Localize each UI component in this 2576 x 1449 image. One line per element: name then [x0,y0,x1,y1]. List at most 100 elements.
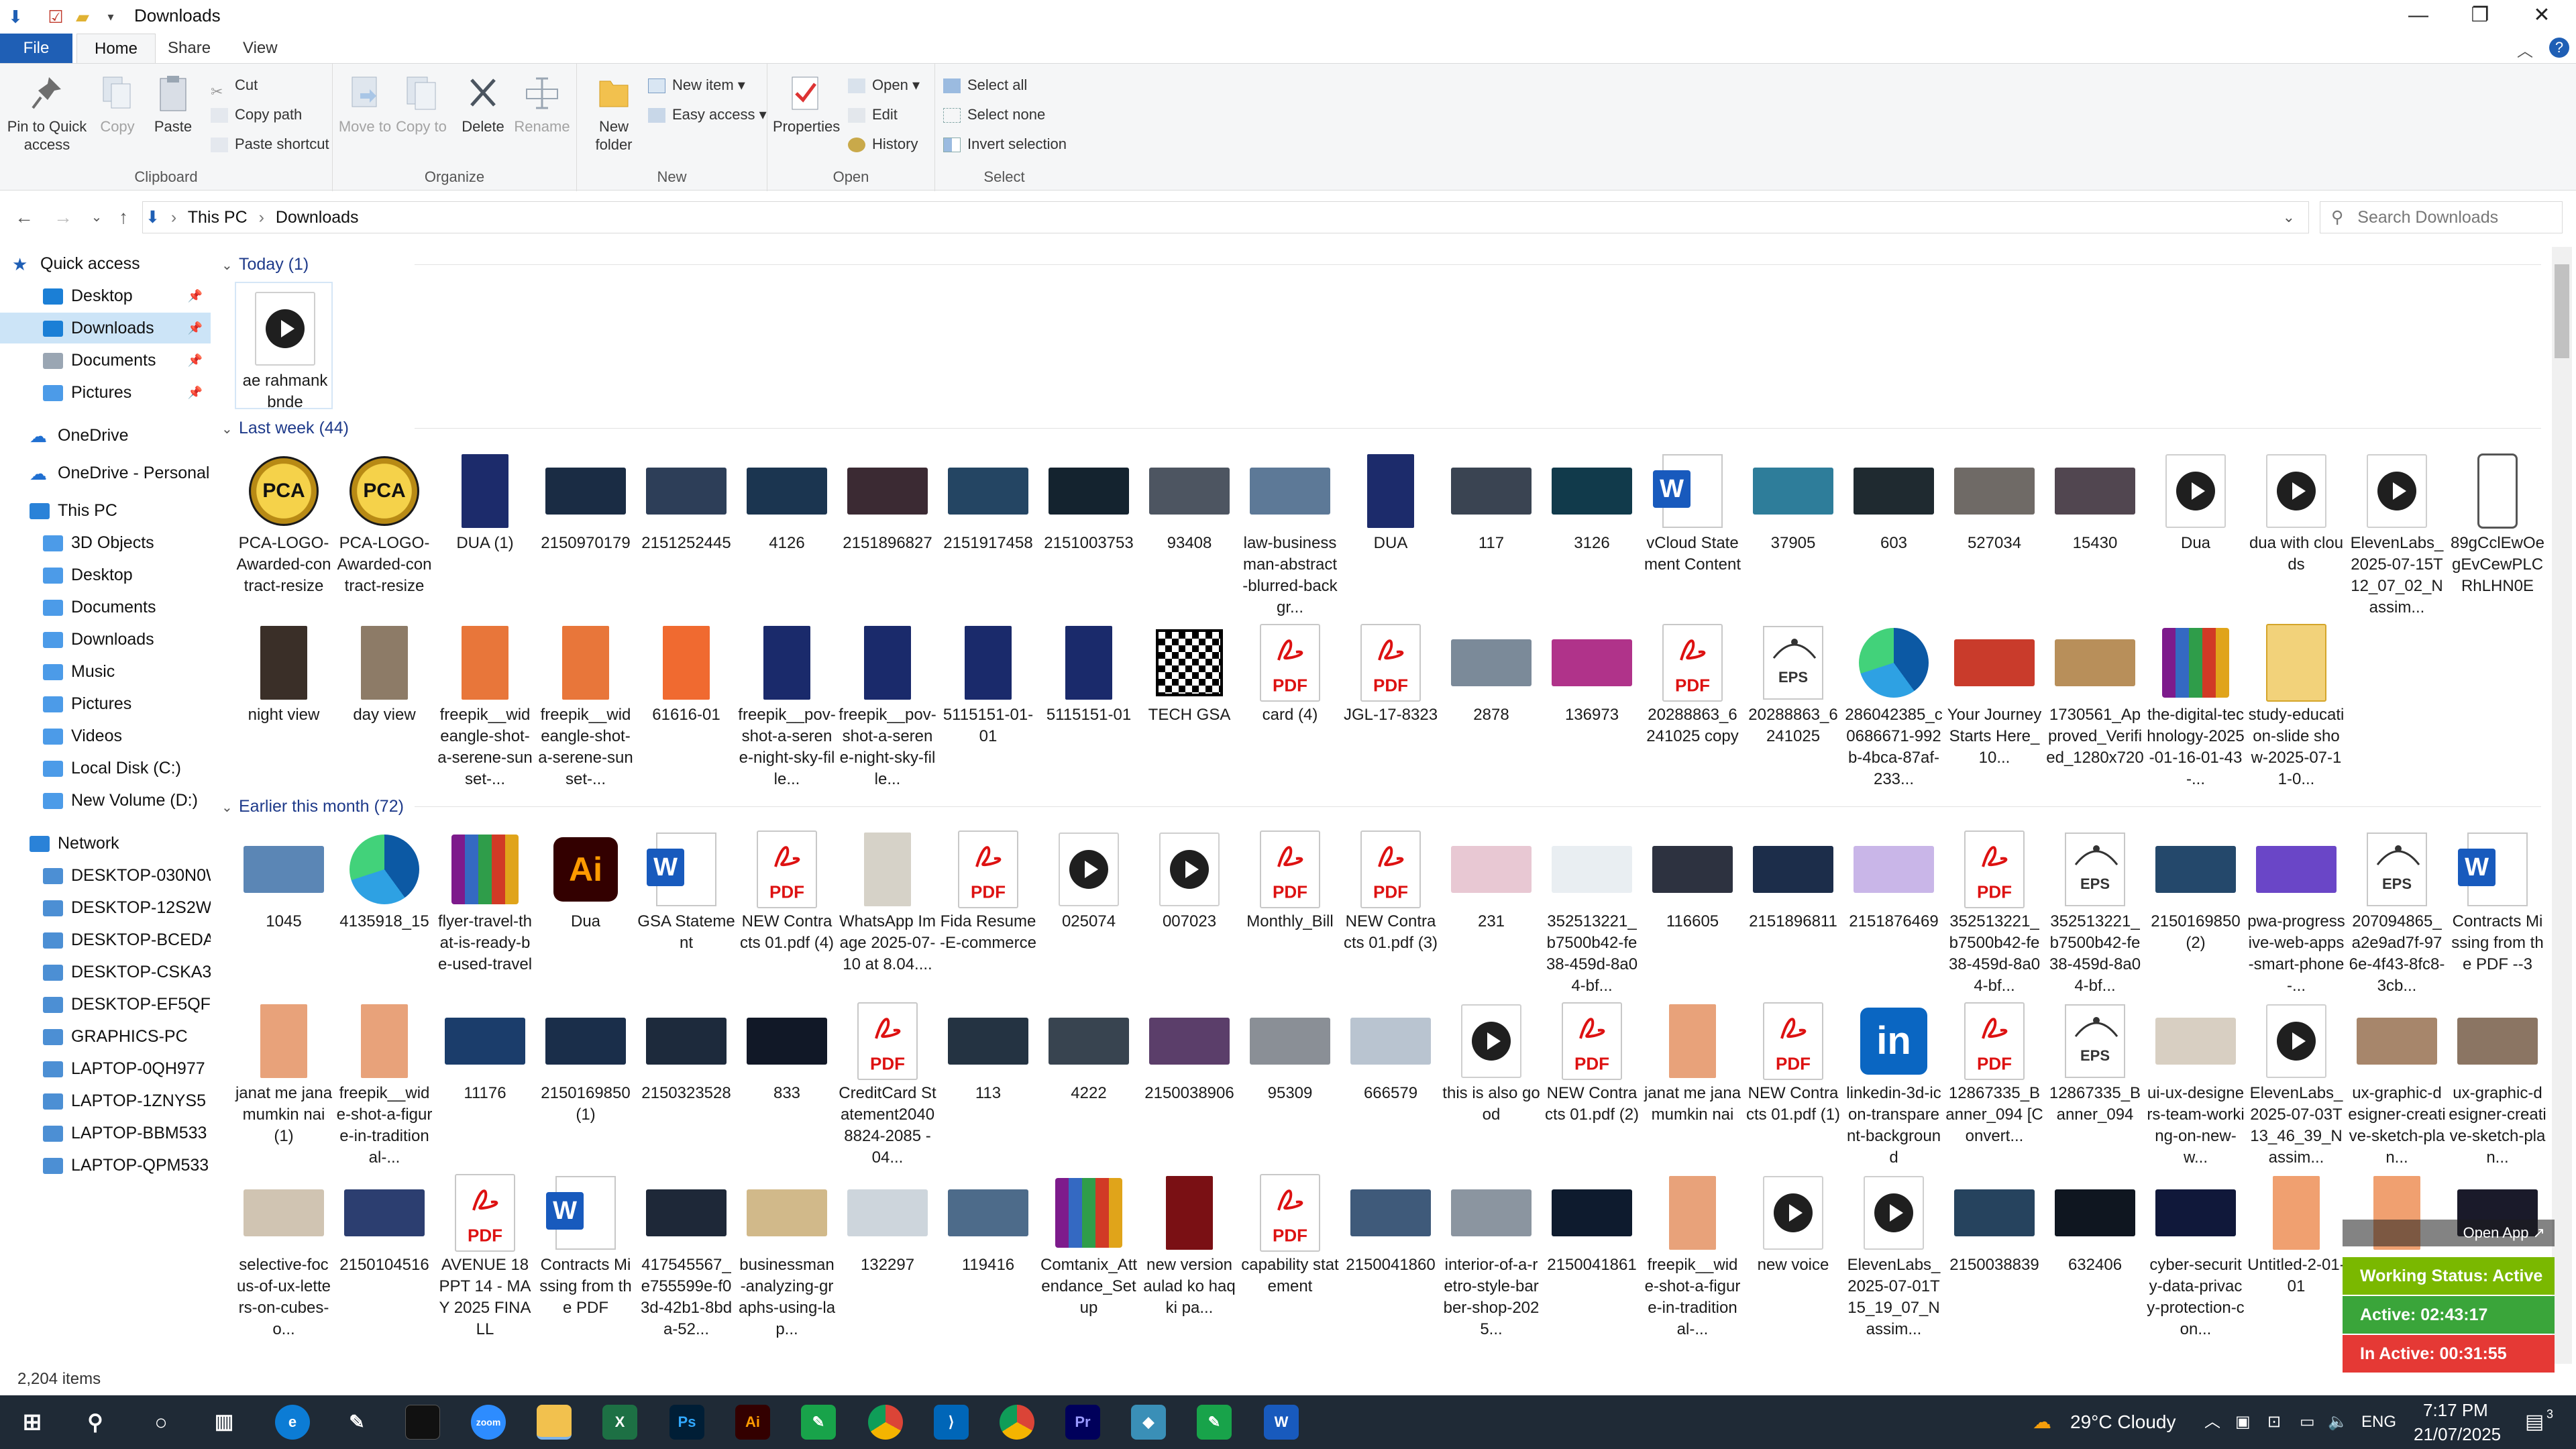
group-header[interactable]: ⌄ Today (1) [221,252,309,276]
tray-chevron-icon[interactable]: ︿ [2204,1395,2220,1449]
file-tile[interactable]: 2151896827 [839,445,936,613]
file-tile[interactable]: EPS 12867335_Banner_094 [2046,996,2144,1163]
nav-item[interactable]: DESKTOP-12S2WL [0,892,211,923]
file-tile[interactable]: 4126 [738,445,836,613]
select-all-button[interactable]: Select all [943,72,1027,99]
nav-item[interactable]: Downloads [0,624,211,655]
notification-icon[interactable]: ▤ [2525,1395,2544,1449]
vertical-scrollbar[interactable] [2552,247,2572,1364]
app-green-taskbar-icon[interactable]: ✎ [801,1405,836,1440]
chrome-taskbar-icon[interactable] [868,1405,903,1440]
file-tile[interactable]: 2150169850 (1) [537,996,635,1163]
back-arrow-icon[interactable]: ← [9,203,39,232]
file-tile[interactable]: PDF JGL-17-8323 [1342,617,1440,785]
file-tile[interactable]: new voice [1744,1167,1842,1335]
minimize-button[interactable]: — [2388,0,2449,34]
cortana-icon[interactable]: ○ [144,1405,178,1440]
file-tile[interactable]: 2150104516 [335,1167,433,1335]
history-button[interactable]: History [848,131,918,158]
nav-item[interactable]: Local Disk (C:) [0,753,211,784]
nav-item[interactable]: This PC [0,495,211,526]
nav-item[interactable]: GRAPHICS-PC [0,1021,211,1052]
nav-item[interactable]: LAPTOP-0QH977 [0,1053,211,1084]
file-tile[interactable]: freepik__pov-shot-a-serene-night-sky-fil… [839,617,936,788]
nav-item[interactable]: Music [0,656,211,687]
language-indicator[interactable]: ENG [2361,1395,2396,1449]
tab-share[interactable]: Share [150,34,228,63]
file-tile[interactable]: 666579 [1342,996,1440,1163]
nav-item[interactable]: DESKTOP-EF5QFF1 [0,989,211,1020]
file-tile[interactable]: Ai Dua [537,824,635,991]
select-none-button[interactable]: Select none [943,101,1045,128]
file-tile[interactable]: ux-graphic-designer-creative-sketch-plan… [2348,996,2446,1167]
help-icon[interactable]: ? [2549,38,2569,58]
tab-file[interactable]: File [0,34,72,63]
file-tile[interactable]: 11176 [436,996,534,1163]
paste-shortcut-button[interactable]: Paste shortcut [211,131,329,158]
file-tile[interactable]: 2150038906 [1140,996,1238,1163]
file-tile[interactable]: ElevenLabs_2025-07-01T15_19_07_Nassim... [1845,1167,1943,1338]
file-tile[interactable]: PDF AVENUE 18 PPT 14 - MAY 2025 FINALL [436,1167,534,1338]
copy-path-button[interactable]: Copy path [211,101,302,128]
premiere-taskbar-icon[interactable]: Pr [1065,1405,1100,1440]
file-tile[interactable]: 2150970179 [537,445,635,613]
tab-view[interactable]: View [225,34,295,63]
breadcrumb-this-pc[interactable]: This PC [188,208,248,227]
file-tile[interactable]: PDF CreditCard Statement20408824-2085 - 0… [839,996,936,1167]
file-tile[interactable]: 4135918_15 [335,824,433,991]
new-item-button[interactable]: New item ▾ [648,72,745,99]
properties-button[interactable]: Properties [773,73,840,136]
nav-item[interactable]: New Volume (D:) [0,785,211,816]
file-tile[interactable]: 132297 [839,1167,936,1335]
pin-quick-access-button[interactable]: Pin to Quick access [7,73,87,154]
edge-taskbar-icon[interactable]: e [275,1405,310,1440]
file-tile[interactable]: 1045 [235,824,333,991]
file-tile[interactable]: PDF NEW Contracts 01.pdf (2) [1543,996,1641,1163]
file-tile[interactable]: day view [335,617,433,785]
file-tile[interactable]: flyer-travel-that-is-ready-be-used-trave… [436,824,534,991]
file-tile[interactable]: Dua [2147,445,2245,613]
file-tile[interactable]: 007023 [1140,824,1238,991]
copy-to-button[interactable]: Copy to [394,73,448,136]
file-tile[interactable]: TECH GSA [1140,617,1238,785]
file-tile[interactable]: 5115151-01-01 [939,617,1037,785]
file-tile[interactable]: 2151896811 [1744,824,1842,991]
nav-item[interactable]: Downloads 📌 [0,313,211,343]
file-tile[interactable]: this is also good [1442,996,1540,1163]
pen-tool-taskbar-icon[interactable]: ✎ [339,1405,374,1440]
file-tile[interactable]: 15430 [2046,445,2144,613]
nav-item[interactable]: Desktop [0,559,211,590]
file-tile[interactable]: 37905 [1744,445,1842,613]
file-tile[interactable]: freepik__wideangle-shot-a-serene-sunset-… [537,617,635,788]
file-tile[interactable]: 603 [1845,445,1943,613]
customize-quick-access-icon[interactable]: ▾ [98,4,123,30]
file-tile[interactable]: 136973 [1543,617,1641,785]
file-tile[interactable]: in linkedin-3d-icon-transparent-backgroun… [1845,996,1943,1167]
forward-arrow-icon[interactable]: → [48,203,78,232]
file-tile[interactable]: EPS 207094865_a2e9ad7f-976e-4f43-8fc8-3cb… [2348,824,2446,995]
file-tile[interactable]: EPS 352513221_b7500b42-fe38-459d-8a04-bf.… [2046,824,2144,995]
file-tile[interactable]: ux-graphic-designer-creative-sketch-plan… [2449,996,2546,1167]
file-tile[interactable]: PDF Monthly_Bill [1241,824,1339,991]
file-tile[interactable]: 117 [1442,445,1540,613]
tray-camera-icon[interactable]: ⊡ [2267,1395,2281,1449]
file-tile[interactable]: law-businessman-abstract-blurred-backgr.… [1241,445,1339,616]
file-tile[interactable]: freepik__wide-shot-a-figure-in-tradition… [1644,1167,1741,1338]
photoshop-taskbar-icon[interactable]: Ps [669,1405,704,1440]
paste-button[interactable]: Paste [142,73,204,136]
file-tile[interactable]: 113 [939,996,1037,1163]
file-tile[interactable]: ElevenLabs_2025-07-15T12_07_02_Nassim... [2348,445,2446,616]
scrollbar-thumb[interactable] [2555,264,2569,358]
file-tile[interactable]: EPS 20288863_6241025 [1744,617,1842,785]
group-header[interactable]: ⌄ Earlier this month (72) [221,794,404,818]
file-tile[interactable]: 286042385_c0686671-992b-4bca-87af-233... [1845,617,1943,788]
nav-item[interactable]: Documents 📌 [0,345,211,376]
nav-item[interactable]: Pictures 📌 [0,377,211,408]
file-tile[interactable]: WhatsApp Image 2025-07-10 at 8.04.... [839,824,936,991]
collapse-ribbon-icon[interactable]: ︿ [2517,38,2533,61]
search-placeholder[interactable]: Search Downloads [2357,208,2498,227]
file-tile[interactable]: study-education-slide show-2025-07-11-0.… [2247,617,2345,788]
file-tile[interactable]: night view [235,617,333,785]
file-tile[interactable]: Your Journey Starts Here_10... [1945,617,2043,785]
file-tile[interactable]: PDF 20288863_6241025 copy [1644,617,1741,785]
